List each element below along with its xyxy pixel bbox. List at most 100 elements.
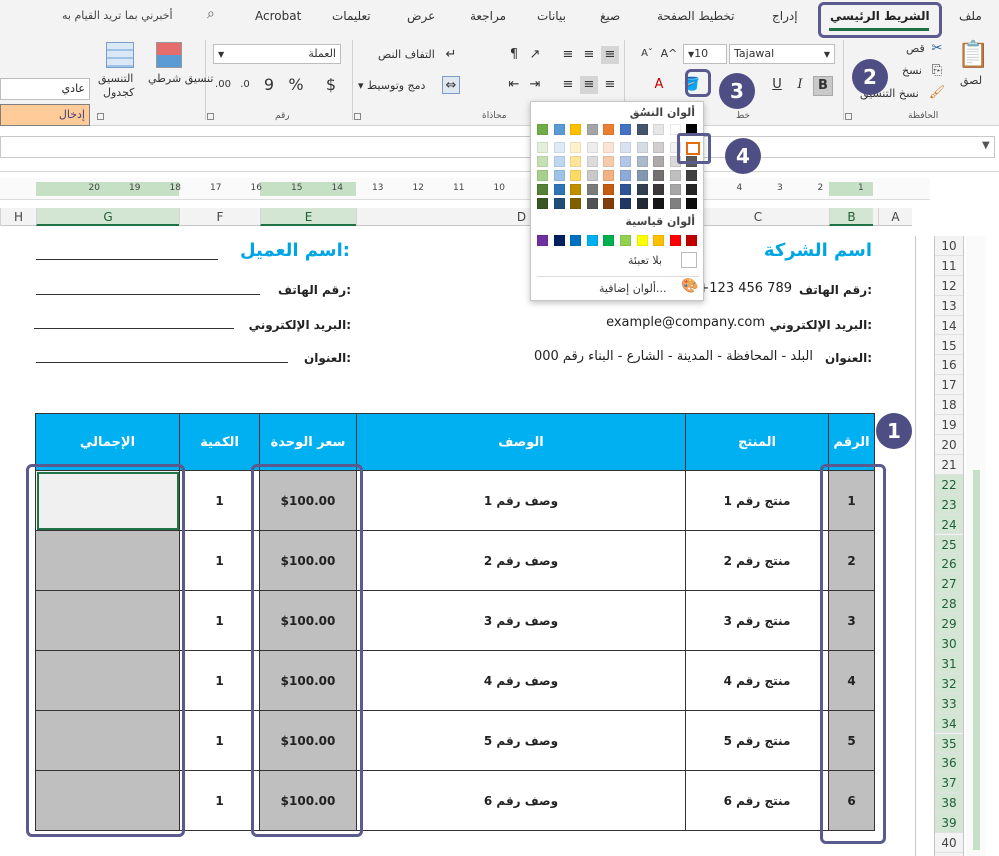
font-color-icon[interactable]: A	[650, 76, 668, 94]
theme-shade-swatch[interactable]	[570, 184, 582, 195]
product-cell[interactable]: منتج رقم 2	[685, 530, 829, 591]
standard-color-swatch[interactable]	[586, 235, 598, 246]
header-total[interactable]: الإجمالي	[35, 413, 180, 471]
row-header[interactable]: 24	[935, 514, 963, 535]
theme-shade-swatch[interactable]	[669, 198, 681, 209]
row-header[interactable]: 18	[935, 395, 963, 416]
theme-shade-swatch[interactable]	[586, 142, 598, 153]
theme-color-swatch[interactable]	[636, 124, 648, 135]
cell-style-input[interactable]: إدخال	[0, 104, 90, 126]
theme-shade-swatch[interactable]	[553, 170, 565, 181]
row-header[interactable]: 30	[935, 634, 963, 654]
theme-shade-swatch[interactable]	[653, 198, 665, 209]
product-cell[interactable]: منتج رقم 1	[685, 470, 829, 531]
theme-shade-swatch[interactable]	[553, 198, 565, 209]
theme-shade-swatch[interactable]	[669, 170, 681, 181]
theme-shade-swatch[interactable]	[603, 170, 615, 181]
theme-shade-swatch[interactable]	[537, 198, 548, 209]
theme-shade-swatch[interactable]	[669, 184, 681, 195]
column-header-b[interactable]: B	[829, 208, 873, 226]
quantity-cell[interactable]: 1	[179, 770, 260, 831]
row-header[interactable]: 16	[935, 355, 963, 376]
row-header[interactable]: 13	[935, 296, 963, 316]
decrease-decimal-icon[interactable]: .00	[214, 76, 232, 94]
theme-shade-swatch[interactable]	[686, 184, 698, 195]
theme-color-swatch[interactable]	[603, 124, 615, 135]
wrap-text-button[interactable]: التفاف النص	[378, 48, 435, 61]
row-header[interactable]: 10	[935, 236, 963, 256]
tell-me-box[interactable]: أخبرني بما تريد القيام به	[62, 9, 173, 22]
wrap-text-icon[interactable]: ↵	[442, 46, 460, 64]
theme-shade-swatch[interactable]	[553, 142, 565, 153]
theme-shade-swatch[interactable]	[537, 156, 548, 167]
no-fill-option[interactable]: بلا تعبئة	[628, 254, 662, 267]
theme-shade-swatch[interactable]	[653, 184, 665, 195]
standard-color-swatch[interactable]	[653, 235, 665, 246]
product-cell[interactable]: منتج رقم 3	[685, 590, 829, 651]
quantity-cell[interactable]: 1	[179, 470, 260, 531]
conditional-formatting-icon[interactable]	[156, 42, 182, 68]
standard-color-swatch[interactable]	[553, 235, 565, 246]
align-bottom-icon[interactable]: ≡	[559, 46, 577, 64]
theme-shade-swatch[interactable]	[603, 142, 615, 153]
theme-shade-swatch[interactable]	[620, 156, 631, 167]
description-cell[interactable]: وصف رقم 2	[356, 530, 686, 591]
theme-shade-swatch[interactable]	[570, 198, 582, 209]
conditional-formatting-button[interactable]: تنسيق شرطي	[148, 72, 213, 85]
theme-shade-swatch[interactable]	[636, 184, 648, 195]
column-header-f[interactable]: F	[179, 208, 260, 226]
percent-button[interactable]: %	[287, 76, 305, 94]
theme-color-swatch[interactable]	[620, 124, 631, 135]
row-header[interactable]: 33	[935, 693, 963, 714]
row-header[interactable]: 22	[935, 474, 963, 495]
row-header[interactable]: 36	[935, 753, 963, 774]
copy-button[interactable]: نسخ	[902, 64, 922, 77]
format-as-table-line1[interactable]: التنسيق	[98, 72, 133, 85]
chevron-down-icon[interactable]: ▼	[982, 140, 990, 151]
row-header[interactable]: 32	[935, 673, 963, 694]
row-header[interactable]: 20	[935, 435, 963, 455]
merge-center-button[interactable]: ▾ دمج وتوسيط	[358, 79, 425, 92]
header-quantity[interactable]: الكمية	[179, 413, 260, 471]
paste-button[interactable]: لصق	[960, 74, 982, 87]
no-fill-swatch[interactable]	[681, 252, 697, 268]
tab-acrobat[interactable]: Acrobat	[255, 9, 301, 23]
theme-shade-swatch[interactable]	[636, 142, 648, 153]
description-cell[interactable]: وصف رقم 1	[356, 470, 686, 531]
clipboard-launcher[interactable]	[845, 113, 852, 120]
row-header[interactable]: 40	[935, 833, 963, 853]
header-num[interactable]: الرقم	[828, 413, 875, 471]
row-header[interactable]: 27	[935, 574, 963, 595]
theme-shade-swatch[interactable]	[603, 184, 615, 195]
row-header[interactable]: 21	[935, 455, 963, 475]
header-unit-price[interactable]: سعر الوحدة	[259, 413, 357, 471]
merge-center-icon[interactable]: ⇔	[442, 76, 460, 94]
row-header[interactable]: 39	[935, 813, 963, 833]
comma-style-button[interactable]: 9	[260, 76, 278, 94]
standard-color-swatch[interactable]	[636, 235, 648, 246]
quantity-cell[interactable]: 1	[179, 710, 260, 771]
row-header[interactable]: 28	[935, 594, 963, 615]
theme-shade-swatch[interactable]	[570, 156, 582, 167]
increase-decimal-icon[interactable]: .0	[236, 76, 254, 94]
description-cell[interactable]: وصف رقم 5	[356, 710, 686, 771]
column-header-a[interactable]: A	[878, 208, 912, 226]
styles-launcher[interactable]	[97, 113, 104, 120]
theme-shade-swatch[interactable]	[620, 184, 631, 195]
theme-shade-swatch[interactable]	[636, 198, 648, 209]
theme-color-swatch[interactable]	[586, 124, 598, 135]
row-header[interactable]: 19	[935, 415, 963, 435]
indent-icon[interactable]: ⇥	[526, 76, 544, 94]
row-header[interactable]: 14	[935, 316, 963, 336]
tab-review[interactable]: مراجعة	[470, 9, 506, 23]
theme-shade-swatch[interactable]	[686, 170, 698, 181]
product-cell[interactable]: منتج رقم 5	[685, 710, 829, 771]
standard-color-swatch[interactable]	[570, 235, 582, 246]
orientation-icon[interactable]: ↗	[526, 46, 544, 64]
theme-shade-swatch[interactable]	[553, 184, 565, 195]
cut-button[interactable]: قص	[906, 42, 925, 55]
row-header[interactable]: 34	[935, 713, 963, 734]
tab-help[interactable]: تعليمات	[332, 9, 371, 23]
tab-page-layout[interactable]: تخطيط الصفحة	[657, 9, 734, 23]
theme-shade-swatch[interactable]	[586, 170, 598, 181]
